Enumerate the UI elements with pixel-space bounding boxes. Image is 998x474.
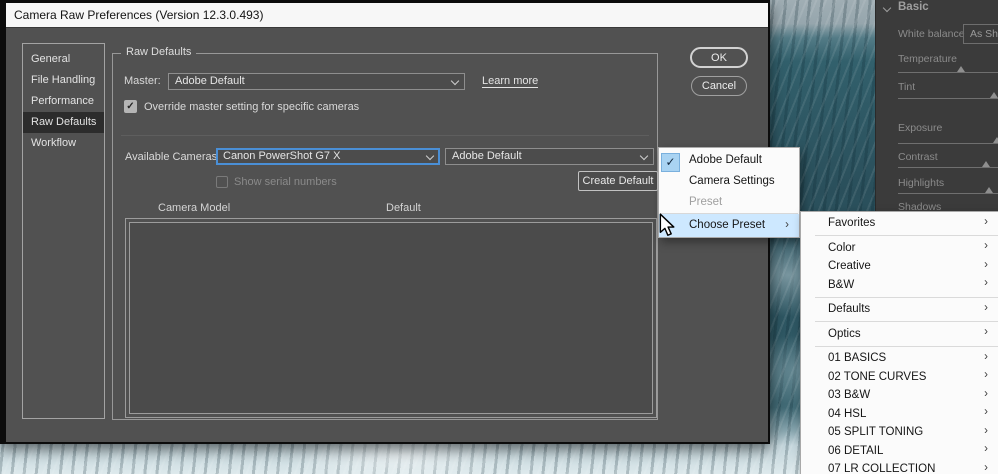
white-balance-label: White balance — [898, 28, 965, 40]
submenu-item-01-basics[interactable]: 01 BASICS › — [801, 349, 998, 368]
camera-raw-preferences-dialog: Camera Raw Preferences (Version 12.3.0.4… — [0, 0, 770, 444]
raw-defaults-groupbox: Raw Defaults Master: Adobe Default Learn… — [112, 46, 658, 420]
submenu-arrow-icon: › — [984, 424, 988, 437]
submenu-item-04-hsl[interactable]: 04 HSL › — [801, 405, 998, 424]
ok-button[interactable]: OK — [690, 47, 748, 68]
submenu-item-optics[interactable]: Optics › — [801, 325, 998, 344]
submenu-arrow-icon: › — [984, 443, 988, 455]
slider-thumb[interactable] — [993, 137, 998, 143]
sidebar-item-performance[interactable]: Performance — [23, 91, 104, 112]
column-header-camera-model: Camera Model — [158, 202, 231, 214]
preferences-sidebar: General File Handling Performance Raw De… — [22, 43, 105, 419]
slider-thumb[interactable] — [957, 66, 965, 72]
slider-thumb[interactable] — [990, 92, 998, 98]
chevron-down-icon — [450, 76, 460, 86]
available-cameras-label: Available Cameras: — [125, 151, 221, 163]
override-label: Override master setting for specific cam… — [144, 101, 360, 113]
submenu-arrow-icon: › — [984, 350, 988, 363]
menu-item-adobe-default[interactable]: ✓ Adobe Default — [659, 150, 799, 172]
contrast-slider[interactable] — [898, 161, 998, 168]
chevron-down-icon[interactable] — [882, 3, 892, 13]
temperature-slider[interactable] — [898, 66, 998, 73]
menu-item-camera-settings[interactable]: Camera Settings — [659, 171, 799, 192]
camera-select[interactable]: Canon PowerShot G7 X — [216, 148, 440, 165]
submenu-item-defaults[interactable]: Defaults › — [801, 300, 998, 319]
sidebar-item-raw-defaults[interactable]: Raw Defaults — [23, 112, 104, 133]
submenu-arrow-icon: › — [785, 219, 789, 231]
menu-separator — [815, 296, 998, 298]
column-header-default: Default — [386, 202, 421, 214]
cancel-button[interactable]: Cancel — [691, 76, 747, 96]
menu-separator — [815, 235, 998, 236]
slider-thumb[interactable] — [982, 161, 990, 167]
submenu-arrow-icon: › — [984, 326, 988, 338]
submenu-item-bw[interactable]: B&W › — [801, 276, 998, 295]
submenu-arrow-icon: › — [984, 215, 988, 228]
temperature-label: Temperature — [898, 53, 957, 65]
create-default-button[interactable]: Create Default — [578, 171, 658, 191]
camera-defaults-table-body — [129, 222, 653, 414]
highlights-label: Highlights — [898, 177, 945, 189]
basic-panel-title: Basic — [898, 1, 929, 13]
menu-item-choose-preset[interactable]: Choose Preset › — [659, 214, 799, 237]
camera-defaults-table[interactable] — [125, 218, 657, 418]
tint-slider[interactable] — [898, 92, 998, 99]
submenu-item-02-tone-curves[interactable]: 02 TONE CURVES › — [801, 368, 998, 387]
divider — [121, 135, 649, 136]
submenu-arrow-icon: › — [984, 369, 988, 381]
camera-default-select[interactable]: Adobe Default — [445, 148, 654, 165]
submenu-arrow-icon: › — [984, 301, 988, 314]
default-option-menu: ✓ Adobe Default Camera Settings Preset C… — [658, 147, 800, 238]
submenu-item-color[interactable]: Color › — [801, 239, 998, 258]
master-label: Master: — [124, 75, 161, 87]
menu-item-preset: Preset — [689, 196, 723, 208]
mouse-cursor — [659, 213, 675, 236]
highlights-slider[interactable] — [898, 187, 998, 194]
sidebar-item-workflow[interactable]: Workflow — [23, 133, 104, 154]
slider-thumb[interactable] — [985, 187, 993, 193]
title-bar[interactable]: Camera Raw Preferences (Version 12.3.0.4… — [6, 3, 768, 28]
show-serial-checkbox[interactable] — [216, 176, 228, 188]
exposure-slider[interactable] — [898, 137, 998, 144]
screen: Basic White balance As Shot Temperature … — [0, 0, 998, 474]
menu-separator — [815, 321, 998, 322]
choose-preset-submenu: Favorites › Color › Creative › B&W › Default… — [800, 211, 998, 474]
override-checkbox[interactable]: ✓ — [124, 100, 137, 113]
submenu-item-06-detail[interactable]: 06 DETAIL › — [801, 442, 998, 461]
submenu-arrow-icon: › — [984, 387, 988, 400]
sidebar-item-general[interactable]: General — [23, 49, 104, 70]
learn-more-link[interactable]: Learn more — [482, 75, 539, 88]
submenu-item-03-bw[interactable]: 03 B&W › — [801, 386, 998, 405]
submenu-item-07-lr-collection[interactable]: 07 LR COLLECTION › — [801, 460, 998, 474]
contrast-label: Contrast — [898, 151, 938, 163]
master-select[interactable]: Adobe Default — [168, 73, 465, 90]
sidebar-item-file-handling[interactable]: File Handling — [23, 70, 104, 91]
groupbox-title: Raw Defaults — [121, 46, 197, 58]
white-balance-select[interactable]: As Shot — [963, 24, 998, 44]
submenu-arrow-icon: › — [984, 461, 988, 474]
menu-separator — [815, 345, 998, 347]
check-icon: ✓ — [661, 153, 680, 172]
submenu-arrow-icon: › — [984, 240, 988, 252]
tint-label: Tint — [898, 81, 916, 93]
submenu-item-creative[interactable]: Creative › — [801, 257, 998, 276]
chevron-down-icon — [425, 151, 435, 161]
show-serial-label: Show serial numbers — [234, 176, 337, 188]
window-title: Camera Raw Preferences (Version 12.3.0.4… — [14, 8, 264, 22]
exposure-label: Exposure — [898, 122, 943, 134]
submenu-item-favorites[interactable]: Favorites › — [801, 214, 998, 233]
submenu-arrow-icon: › — [984, 277, 988, 289]
chevron-down-icon — [639, 151, 649, 161]
submenu-arrow-icon: › — [984, 258, 988, 271]
submenu-arrow-icon: › — [984, 406, 988, 418]
submenu-item-05-split-toning[interactable]: 05 SPLIT TONING › — [801, 423, 998, 442]
